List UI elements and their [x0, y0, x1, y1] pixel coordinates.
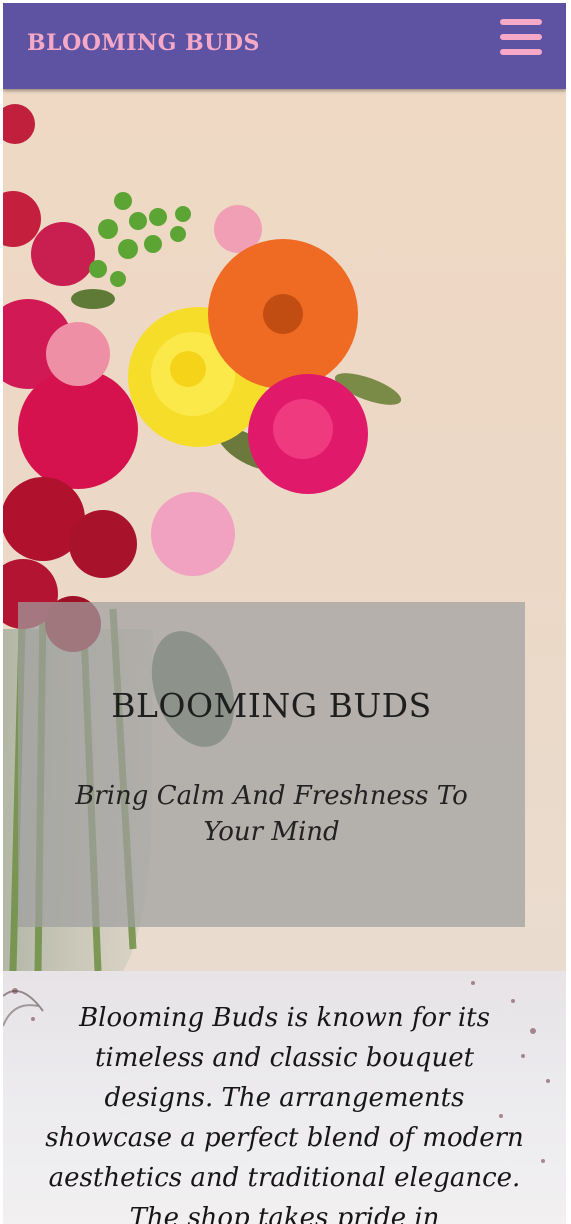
top-navbar: BLOOMING BUDS: [3, 3, 566, 89]
menu-bar-middle: [500, 34, 542, 40]
about-section: Blooming Buds is known for its timeless …: [3, 971, 566, 1224]
about-paragraph: Blooming Buds is known for its timeless …: [45, 1003, 524, 1224]
hero-subtitle: Bring Calm And Freshness To Your Mind: [75, 781, 468, 847]
hero-title: BLOOMING BUDS: [111, 686, 432, 725]
hero-caption-card: BLOOMING BUDS Bring Calm And Freshness T…: [18, 602, 525, 927]
menu-bar-top: [500, 19, 542, 25]
brand-logo-link[interactable]: BLOOMING BUDS: [27, 30, 260, 56]
page-frame: BLOOMING BUDS BLOOMING BUDS Bring Calm A…: [3, 3, 566, 1224]
hero-section: BLOOMING BUDS Bring Calm And Freshness T…: [3, 89, 566, 971]
menu-bar-bottom: [500, 49, 542, 55]
hamburger-menu-icon[interactable]: [500, 17, 542, 57]
